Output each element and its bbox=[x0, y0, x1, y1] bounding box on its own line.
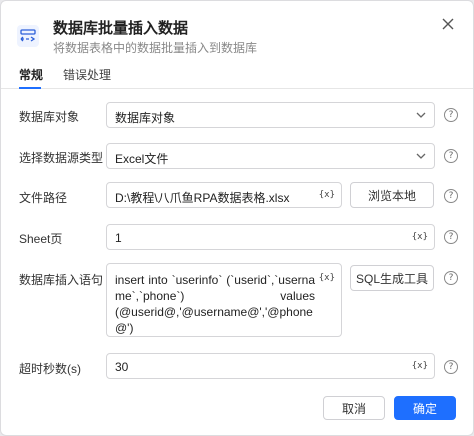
chevron-down-icon bbox=[416, 112, 426, 118]
help-icon[interactable]: ? bbox=[444, 149, 458, 163]
variable-icon[interactable]: {x} bbox=[319, 190, 335, 200]
help-icon[interactable]: ? bbox=[444, 271, 458, 285]
database-insert-icon bbox=[17, 25, 39, 47]
help-icon[interactable]: ? bbox=[444, 360, 458, 374]
insert-sql-line2: (@userid@,'@username@','@phone@') bbox=[115, 305, 313, 335]
confirm-button[interactable]: 确定 bbox=[394, 396, 456, 420]
source-type-label: 选择数据源类型 bbox=[19, 151, 104, 165]
dialog-title: 数据库批量插入数据 bbox=[53, 20, 189, 37]
timeout-value: 30 bbox=[115, 360, 129, 374]
db-object-label: 数据库对象 bbox=[19, 110, 80, 124]
tab-bar: 常规 错误处理 bbox=[1, 63, 473, 89]
sheet-label: Sheet页 bbox=[19, 232, 63, 246]
active-tab-indicator bbox=[19, 87, 41, 89]
dialog: 数据库批量插入数据 将数据表格中的数据批量插入到数据库 常规 错误处理 数据库对… bbox=[0, 0, 474, 436]
insert-sql-text: insert into `userinfo` (`userid`,`userna… bbox=[115, 272, 315, 336]
tab-general[interactable]: 常规 bbox=[19, 66, 43, 83]
variable-icon[interactable]: {x} bbox=[412, 361, 428, 371]
chevron-down-icon bbox=[416, 153, 426, 159]
help-icon[interactable]: ? bbox=[444, 108, 458, 122]
cancel-button[interactable]: 取消 bbox=[323, 396, 385, 420]
close-icon[interactable] bbox=[439, 15, 457, 33]
sheet-input[interactable]: 1 {x} bbox=[106, 224, 435, 250]
timeout-input[interactable]: 30 {x} bbox=[106, 353, 435, 379]
insert-sql-line1: insert into `userinfo` (`userid`,`userna… bbox=[115, 273, 315, 303]
insert-sql-textarea[interactable]: insert into `userinfo` (`userid`,`userna… bbox=[106, 263, 342, 337]
db-object-value: 数据库对象 bbox=[115, 111, 176, 125]
timeout-label: 超时秒数(s) bbox=[19, 362, 81, 376]
tab-error-handling[interactable]: 错误处理 bbox=[63, 66, 111, 83]
sql-generator-button[interactable]: SQL生成工具 bbox=[350, 265, 434, 291]
dialog-header: 数据库批量插入数据 将数据表格中的数据批量插入到数据库 bbox=[1, 1, 473, 63]
sheet-value: 1 bbox=[115, 231, 122, 245]
source-type-value: Excel文件 bbox=[115, 152, 169, 166]
file-path-value: D:\教程\八爪鱼RPA数据表格.xlsx bbox=[115, 191, 290, 205]
help-icon[interactable]: ? bbox=[444, 230, 458, 244]
file-path-input[interactable]: D:\教程\八爪鱼RPA数据表格.xlsx {x} bbox=[106, 182, 342, 208]
file-path-label: 文件路径 bbox=[19, 191, 68, 205]
browse-local-button[interactable]: 浏览本地 bbox=[350, 182, 434, 208]
variable-icon[interactable]: {x} bbox=[412, 232, 428, 242]
help-icon[interactable]: ? bbox=[444, 189, 458, 203]
variable-icon[interactable]: {x} bbox=[319, 273, 335, 283]
dialog-subtitle: 将数据表格中的数据批量插入到数据库 bbox=[53, 41, 258, 55]
source-type-select[interactable]: Excel文件 bbox=[106, 143, 435, 169]
db-object-select[interactable]: 数据库对象 bbox=[106, 102, 435, 128]
insert-sql-label: 数据库插入语句 bbox=[19, 273, 104, 287]
